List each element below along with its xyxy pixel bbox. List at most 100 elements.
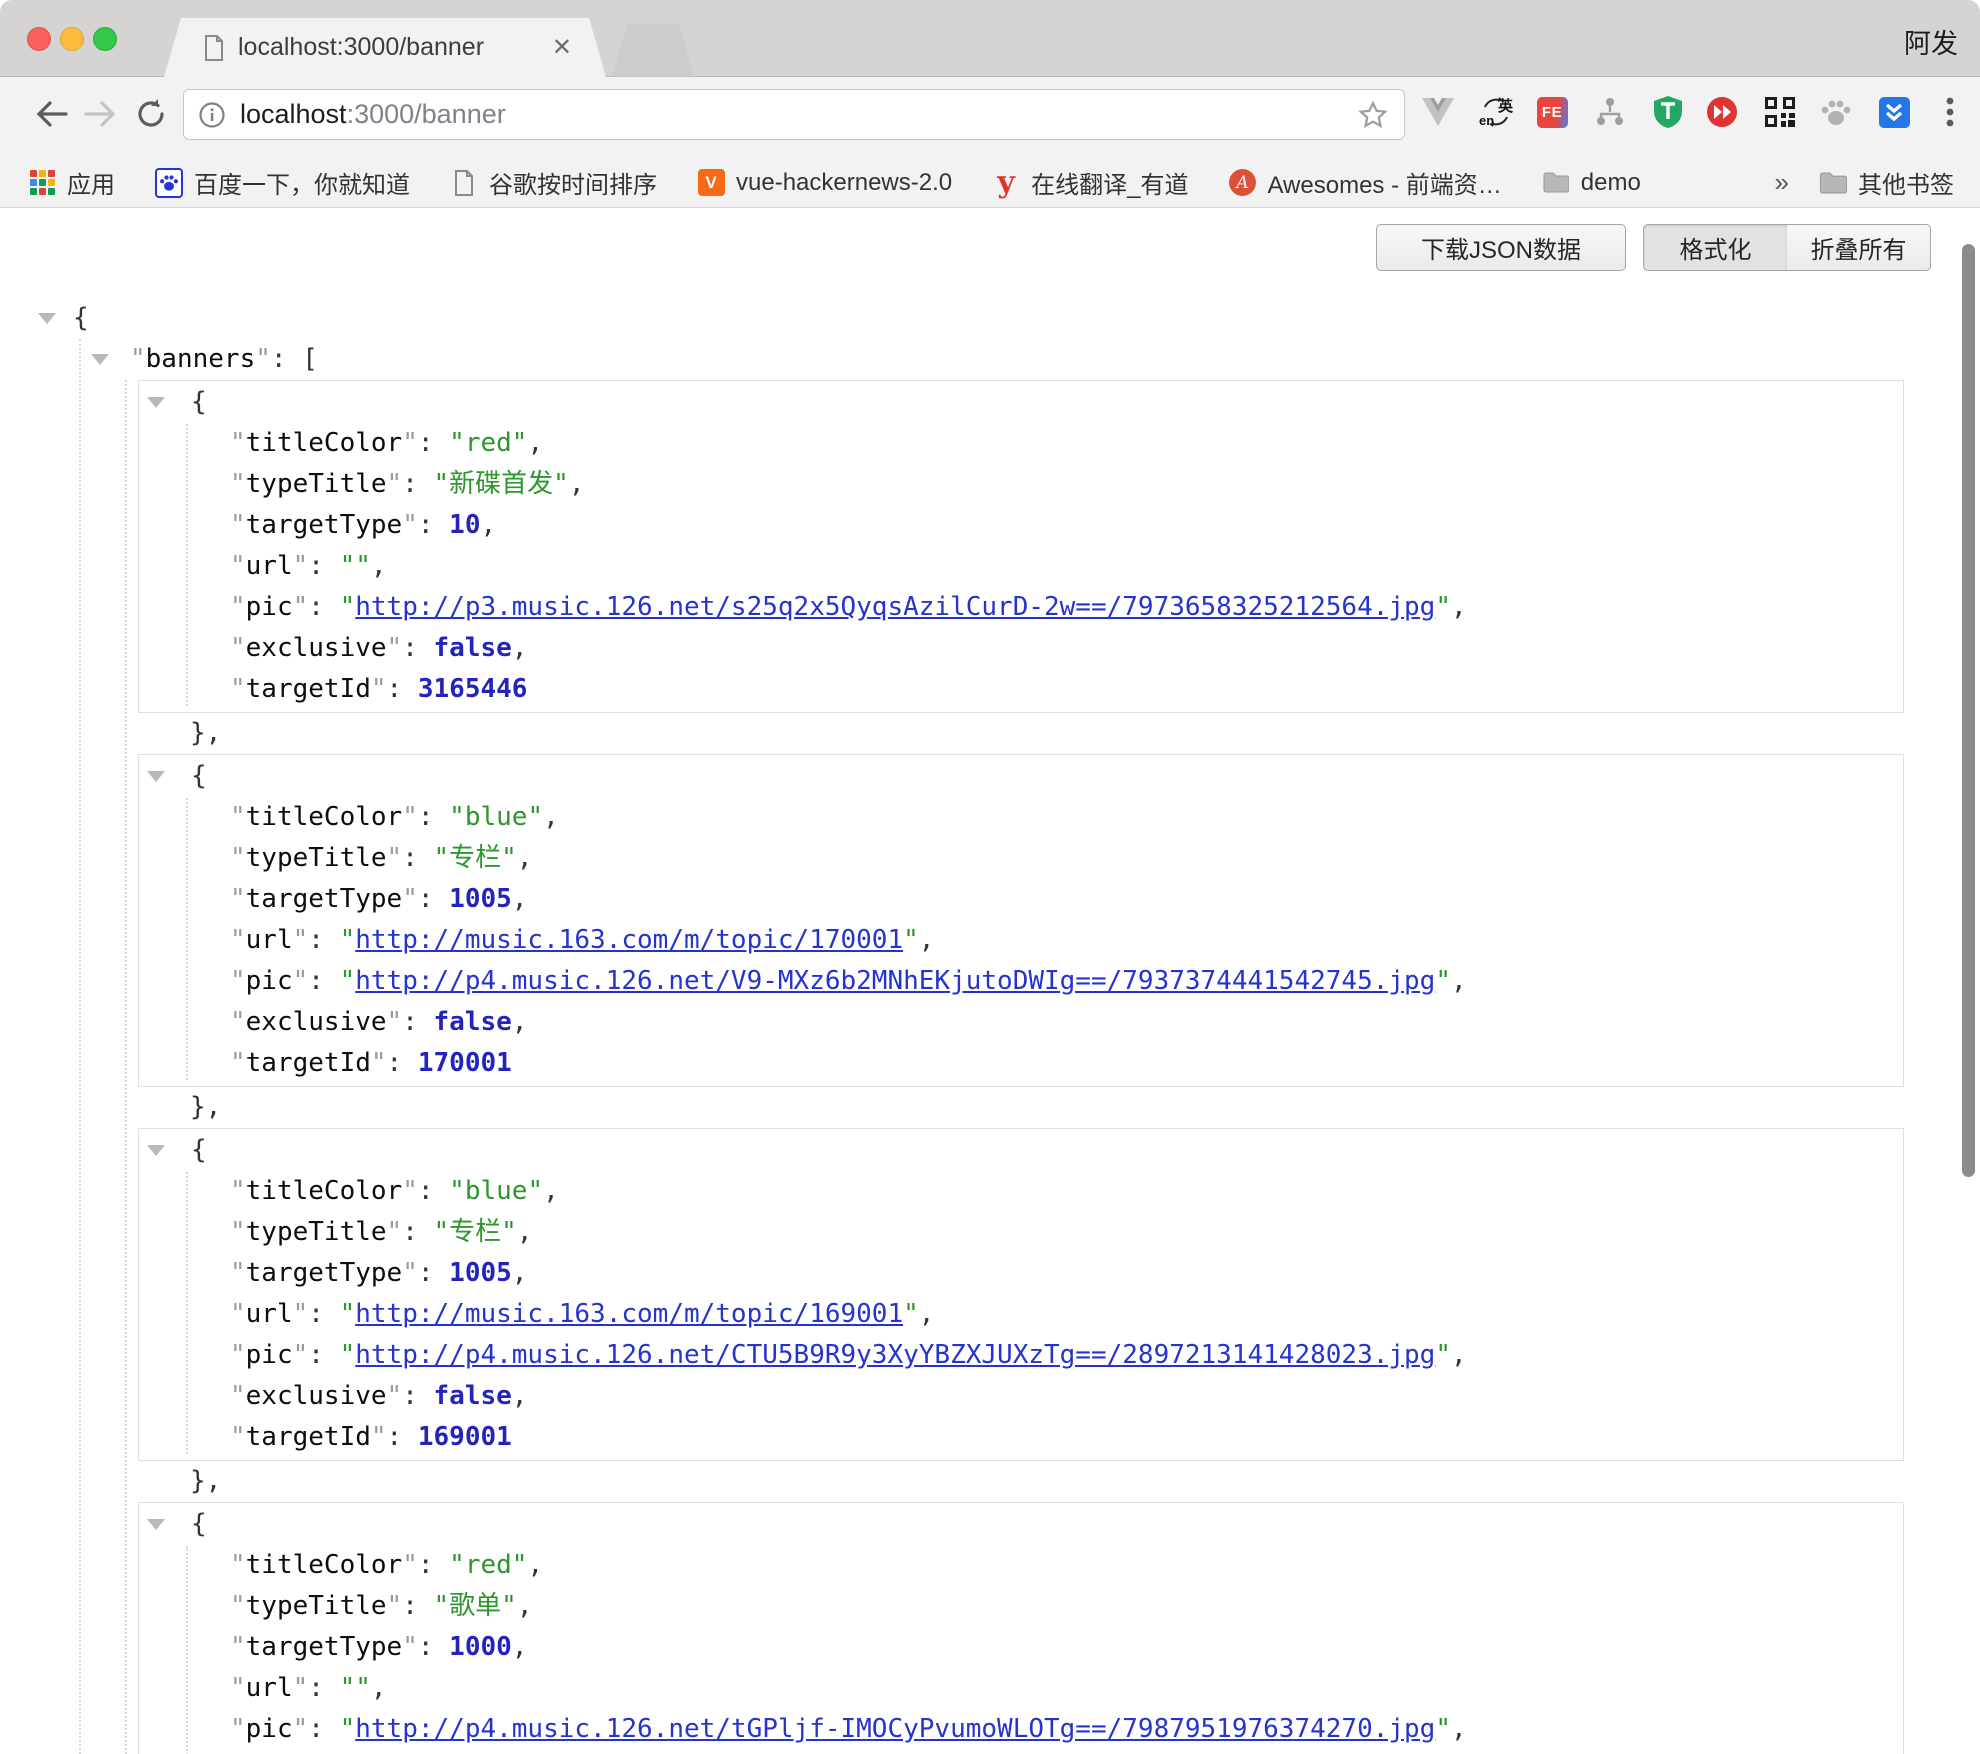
json-key: targetId xyxy=(246,674,371,704)
reload-button[interactable] xyxy=(128,91,174,137)
bookmark-apps[interactable]: 应用 xyxy=(28,165,115,200)
json-key: titleColor xyxy=(246,428,403,458)
json-row: "targetType": 1000, xyxy=(139,1627,1903,1668)
bookmark-youdao[interactable]: y 在线翻译_有道 xyxy=(992,165,1188,200)
json-number-value: 1005 xyxy=(449,884,512,914)
json-row: "exclusive": false, xyxy=(139,1376,1903,1417)
json-row: }, xyxy=(0,713,1980,754)
qr-code-extension-icon[interactable] xyxy=(1760,89,1800,135)
close-window-button[interactable] xyxy=(27,27,51,51)
browser-menu-icon[interactable] xyxy=(1930,89,1970,135)
bookmark-google-sort[interactable]: 谷歌按时间排序 xyxy=(450,165,657,200)
json-row: { xyxy=(139,382,1903,423)
json-key: titleColor xyxy=(246,1176,403,1206)
vue-devtools-extension-icon[interactable] xyxy=(1418,89,1458,135)
fe-extension-icon[interactable]: FE xyxy=(1532,89,1572,135)
collapse-triangle-icon[interactable] xyxy=(147,1519,165,1530)
tampermonkey-shield-icon[interactable] xyxy=(1648,89,1688,135)
bookmark-demo-folder[interactable]: demo xyxy=(1542,169,1641,197)
json-row: "typeTitle": "专栏", xyxy=(139,1212,1903,1253)
json-number-value: false xyxy=(434,633,512,663)
json-link[interactable]: http://p4.music.126.net/CTU5B9R9y3XyYBZX… xyxy=(355,1340,1435,1370)
vue-icon: V xyxy=(697,169,725,197)
collapse-triangle-icon[interactable] xyxy=(91,354,109,365)
json-string-value: "red" xyxy=(449,1550,527,1580)
vertical-scrollbar-thumb[interactable] xyxy=(1962,244,1975,1177)
json-row: "url": "http://music.163.com/m/topic/169… xyxy=(139,1294,1903,1335)
format-button[interactable]: 格式化 xyxy=(1643,224,1788,271)
json-key: banners xyxy=(146,344,256,374)
json-string-value: "" xyxy=(340,551,371,581)
fast-forward-extension-icon[interactable] xyxy=(1702,89,1742,135)
json-row: "targetType": 10, xyxy=(139,505,1903,546)
json-key: targetType xyxy=(246,1258,403,1288)
json-key: exclusive xyxy=(246,1381,387,1411)
browser-window: localhost:3000/banner ✕ 阿发 localhost:300… xyxy=(0,0,1980,1754)
page-icon xyxy=(204,35,224,61)
download-json-button[interactable]: 下载JSON数据 xyxy=(1376,224,1626,271)
collapse-triangle-icon[interactable] xyxy=(147,397,165,408)
json-row: "exclusive": false, xyxy=(139,628,1903,669)
json-key: exclusive xyxy=(246,1007,387,1037)
collapse-triangle-icon[interactable] xyxy=(38,313,56,324)
json-key: typeTitle xyxy=(246,469,387,499)
json-row: "banners": [ xyxy=(0,339,1980,380)
org-chart-extension-icon[interactable] xyxy=(1590,89,1630,135)
indent-guide xyxy=(186,1172,188,1454)
json-string-value: "blue" xyxy=(449,1176,543,1206)
json-array-item-frame: {"titleColor": "blue","typeTitle": "专栏",… xyxy=(138,1128,1904,1461)
bookmark-awesomes[interactable]: A Awesomes - 前端资… xyxy=(1228,165,1501,200)
profile-name[interactable]: 阿发 xyxy=(1904,22,1958,61)
json-link[interactable]: http://p4.music.126.net/V9-MXz6b2MNhEKju… xyxy=(355,966,1435,996)
json-row: "titleColor": "blue", xyxy=(139,797,1903,838)
back-button[interactable] xyxy=(28,91,74,137)
json-row: "url": "", xyxy=(139,546,1903,587)
json-array-item-frame: {"titleColor": "red","typeTitle": "歌单","… xyxy=(138,1502,1904,1754)
url-host: localhost xyxy=(240,99,347,130)
json-row: "url": "", xyxy=(139,1668,1903,1709)
tab-close-icon[interactable]: ✕ xyxy=(552,36,572,60)
json-key: pic xyxy=(246,1714,293,1744)
json-link[interactable]: http://music.163.com/m/topic/169001 xyxy=(355,1299,903,1329)
json-link[interactable]: http://p3.music.126.net/s25q2x5QyqsAzilC… xyxy=(355,592,1435,622)
other-bookmarks-folder[interactable]: 其他书签 xyxy=(1819,165,1954,200)
json-key: url xyxy=(246,551,293,581)
double-chevron-extension-icon[interactable] xyxy=(1874,89,1914,135)
json-string-value: "专栏" xyxy=(434,843,517,873)
page-info-icon[interactable] xyxy=(198,101,226,129)
address-bar[interactable]: localhost:3000/banner xyxy=(183,89,1405,140)
bookmarks-bar: 应用 百度一下，你就知道 谷歌按时间排序 V vue-hackernews-2.… xyxy=(0,158,1980,208)
bookmark-vue-hackernews[interactable]: V vue-hackernews-2.0 xyxy=(697,169,952,197)
json-number-value: 3165446 xyxy=(418,674,528,704)
browser-tab[interactable]: localhost:3000/banner ✕ xyxy=(164,18,606,77)
bookmarks-overflow-chevron[interactable]: » xyxy=(1775,167,1789,198)
folder-icon xyxy=(1542,169,1570,197)
bookmark-baidu[interactable]: 百度一下，你就知道 xyxy=(155,165,410,200)
zoom-window-button[interactable] xyxy=(93,27,117,51)
json-key: url xyxy=(246,1299,293,1329)
paw-extension-icon[interactable] xyxy=(1816,89,1856,135)
forward-button[interactable] xyxy=(78,91,124,137)
collapse-triangle-icon[interactable] xyxy=(147,1145,165,1156)
json-link[interactable]: http://music.163.com/m/topic/170001 xyxy=(355,925,903,955)
json-key: targetId xyxy=(246,1422,371,1452)
collapse-all-button[interactable]: 折叠所有 xyxy=(1787,224,1931,271)
url-path: :3000/banner xyxy=(347,99,506,130)
json-row: "targetId": 170001 xyxy=(139,1043,1903,1084)
bookmark-star-icon[interactable] xyxy=(1358,100,1388,130)
new-tab-button[interactable] xyxy=(612,24,694,77)
json-row: "targetType": 1005, xyxy=(139,1253,1903,1294)
json-string-value: "" xyxy=(340,1673,371,1703)
translate-extension-icon[interactable]: 英en xyxy=(1476,89,1516,135)
minimize-window-button[interactable] xyxy=(60,27,84,51)
json-row: "targetId": 169001 xyxy=(139,1417,1903,1458)
json-key: targetType xyxy=(246,1632,403,1662)
json-row: { xyxy=(139,756,1903,797)
json-link[interactable]: http://p4.music.126.net/tGPljf-IMOCyPvum… xyxy=(355,1714,1435,1744)
json-string-value: "歌单" xyxy=(434,1591,517,1621)
collapse-triangle-icon[interactable] xyxy=(147,771,165,782)
json-row: }, xyxy=(0,1461,1980,1502)
json-number-value: 169001 xyxy=(418,1422,512,1452)
json-key: targetId xyxy=(246,1048,371,1078)
json-key: url xyxy=(246,925,293,955)
